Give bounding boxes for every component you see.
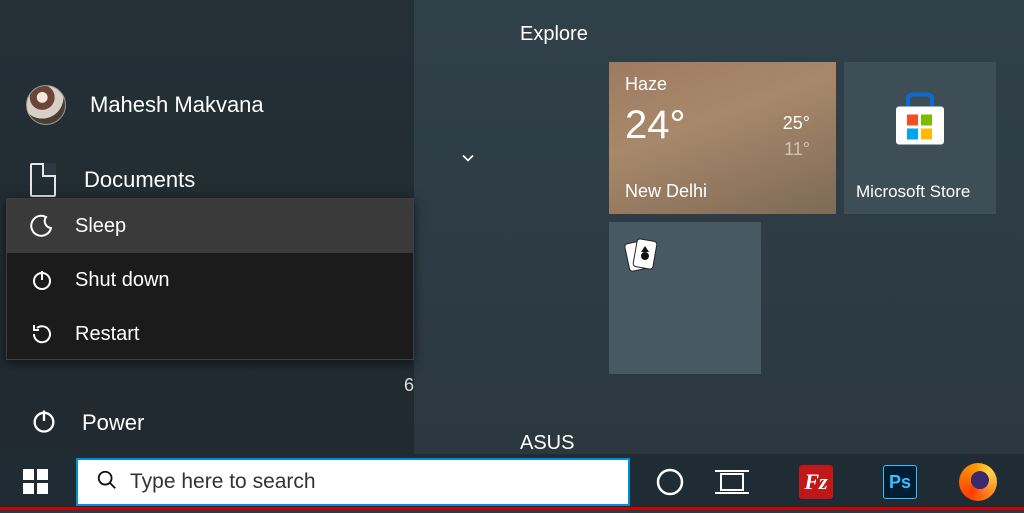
solitaire-tile[interactable] (609, 222, 761, 374)
user-account-button[interactable]: Mahesh Makvana (6, 80, 406, 130)
weather-high: 25° (783, 110, 810, 136)
playing-cards-icon (623, 236, 659, 272)
search-input[interactable]: Type here to search (76, 458, 630, 506)
power-button[interactable]: Power (6, 395, 406, 451)
chevron-down-icon[interactable] (458, 148, 478, 168)
photoshop-taskbar-button[interactable]: Ps (872, 454, 928, 510)
search-placeholder: Type here to search (130, 470, 316, 494)
photoshop-icon: Ps (883, 465, 917, 499)
taskbar: Type here to search Fz Ps (0, 454, 1024, 510)
cortana-button[interactable] (642, 454, 698, 510)
weather-condition: Haze (625, 74, 820, 95)
tile-group-explore[interactable]: Explore (520, 23, 588, 46)
filezilla-taskbar-button[interactable]: Fz (788, 454, 844, 510)
restart-button[interactable]: Restart (7, 307, 413, 361)
documents-label: Documents (84, 167, 195, 193)
shutdown-label: Shut down (75, 269, 170, 292)
sleep-label: Sleep (75, 215, 126, 238)
user-name-label: Mahesh Makvana (90, 92, 264, 118)
cortana-icon (655, 467, 685, 497)
task-view-button[interactable] (704, 454, 760, 510)
store-icon (890, 92, 950, 153)
power-submenu: Sleep Shut down Re (6, 198, 414, 360)
shutdown-button[interactable]: Shut down (7, 253, 413, 307)
restart-label: Restart (75, 323, 139, 346)
microsoft-store-tile[interactable]: Microsoft Store (844, 62, 996, 214)
tile-group-asus[interactable]: ASUS (520, 432, 574, 455)
moon-icon (29, 213, 55, 239)
restart-icon (29, 321, 55, 347)
avatar (26, 85, 66, 125)
firefox-taskbar-button[interactable] (950, 454, 1006, 510)
windows-logo-icon (23, 469, 49, 495)
document-icon (30, 163, 56, 197)
start-menu-screen: Mahesh Makvana Documents Sleep (0, 0, 1024, 513)
weather-tile[interactable]: Haze 24° 25° 11° New Delhi (609, 62, 836, 214)
sleep-button[interactable]: Sleep (7, 199, 413, 253)
start-menu-panel: Mahesh Makvana Documents Sleep (0, 0, 1024, 454)
task-view-icon (715, 468, 749, 496)
search-icon (96, 469, 118, 496)
list-index-fragment: 6 (404, 375, 414, 396)
store-tile-label: Microsoft Store (856, 182, 970, 202)
filezilla-icon: Fz (799, 465, 833, 499)
weather-low: 11° (783, 136, 810, 162)
firefox-icon (959, 463, 997, 501)
power-label: Power (82, 410, 144, 436)
start-left-rail: Mahesh Makvana Documents Sleep (0, 0, 414, 454)
start-button[interactable] (0, 454, 72, 510)
power-icon (29, 267, 55, 293)
power-icon (30, 407, 58, 440)
weather-high-low: 25° 11° (783, 110, 810, 162)
weather-city: New Delhi (625, 181, 707, 202)
